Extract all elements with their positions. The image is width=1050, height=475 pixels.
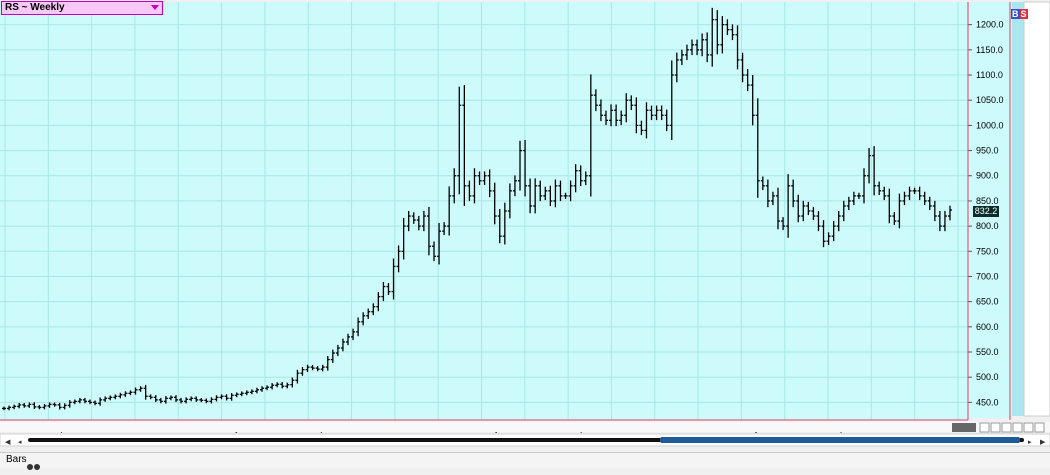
nav-button[interactable] [1012, 422, 1023, 433]
y-tick-label: 1050.0 [976, 95, 1004, 105]
nav-button[interactable] [979, 422, 990, 433]
y-tick-label: 800.0 [976, 221, 999, 231]
y-tick-label: 600.0 [976, 322, 999, 332]
buy-sell-tag[interactable]: BS [1011, 9, 1028, 19]
nav-button[interactable] [1001, 422, 1012, 433]
nav-button[interactable] [990, 422, 1001, 433]
last-price-marker: 832.2 [973, 206, 999, 217]
chart-style-label: Bars [6, 454, 27, 465]
chart-style-icon[interactable] [27, 457, 41, 470]
y-tick-label: 1200.0 [976, 20, 1004, 30]
dropdown-arrow-icon[interactable] [151, 5, 159, 10]
symbol-selector[interactable]: RS ~ Weekly [1, 1, 163, 15]
scroll-right-icon[interactable]: ▶ [1040, 439, 1046, 446]
scroll-left-step-icon[interactable]: ◂ [18, 439, 22, 446]
scroll-right-step-icon[interactable]: ▸ [1028, 439, 1032, 446]
symbol-label: RS ~ Weekly [5, 2, 65, 13]
nav-button[interactable] [1034, 422, 1045, 433]
y-tick-label: 1150.0 [976, 45, 1003, 55]
y-tick-label: 550.0 [976, 347, 999, 357]
nav-button[interactable] [1023, 422, 1034, 433]
y-tick-label: 1100.0 [976, 70, 1003, 80]
right-panel [1012, 2, 1024, 416]
y-tick-label: 500.0 [976, 372, 999, 382]
bottom-toolbar: Bars [0, 452, 1050, 470]
price-chart: 1200.0 1150.0 1100.0 1050.0 1000.0 950.0 900.0… [0, 0, 1050, 468]
y-tick-label: 650.0 [976, 297, 999, 307]
y-tick-label: 750.0 [976, 246, 999, 256]
y-tick-label: 1000.0 [976, 120, 1004, 130]
right-scroll-area [1023, 1, 1050, 417]
sell-label: S [1019, 9, 1028, 19]
scrollbar-visible-range[interactable] [660, 437, 1020, 443]
plot-background [0, 2, 968, 420]
nav-month-box[interactable] [952, 423, 976, 432]
y-tick-label: 950.0 [976, 146, 999, 156]
y-tick-label: 850.0 [976, 196, 999, 206]
y-tick-label: 700.0 [976, 271, 999, 281]
buy-label: B [1011, 9, 1020, 19]
x-axis-strip [0, 422, 1050, 432]
chart-area: 1200.0 1150.0 1100.0 1050.0 1000.0 950.0 900.0… [0, 0, 1050, 468]
y-tick-label: 900.0 [976, 171, 999, 181]
scroll-left-icon[interactable]: ◀ [5, 439, 11, 446]
y-tick-label: 450.0 [976, 397, 999, 407]
